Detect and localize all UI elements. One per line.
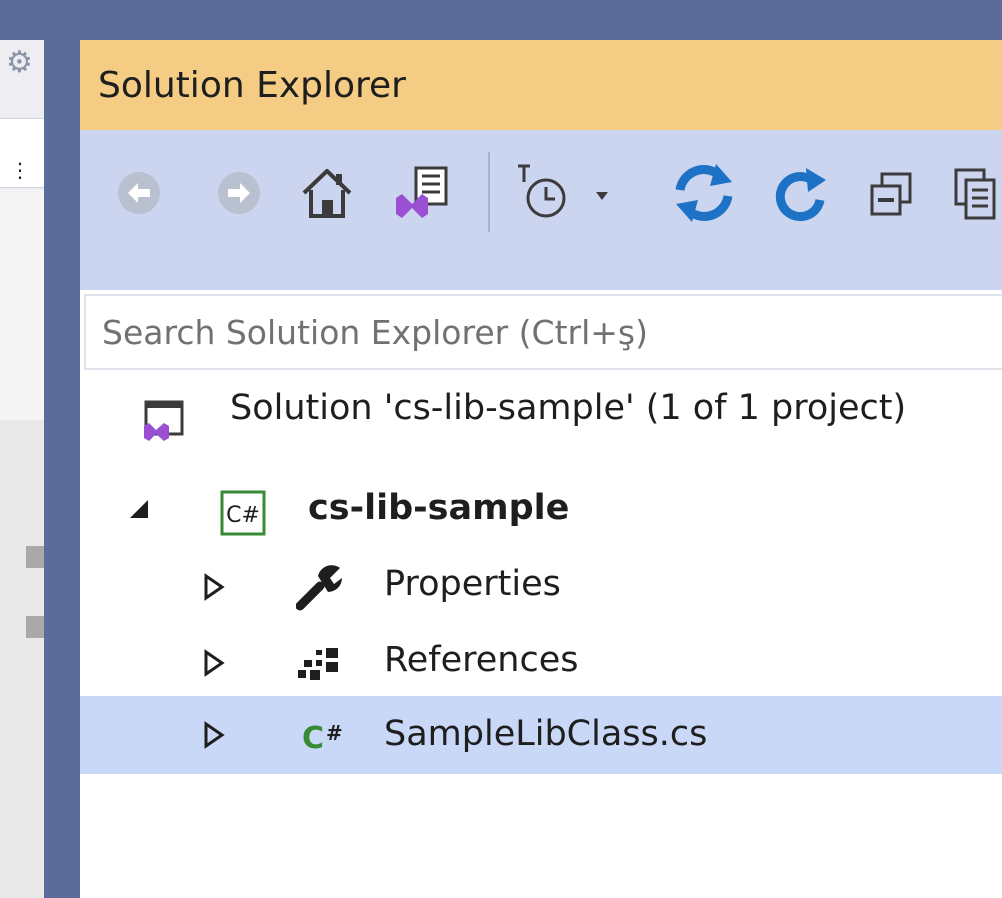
solution-icon (142, 398, 186, 446)
solution-explorer-panel: Solution Explorer Search Solution Explor… (80, 40, 1002, 898)
tree-row-sample-lib-class[interactable]: C # SampleLibClass.cs (80, 696, 1002, 774)
splitter-grip-icon[interactable] (26, 546, 44, 568)
switch-views-button[interactable] (392, 162, 452, 222)
frame-band (0, 0, 44, 40)
csharp-file-icon: C # (298, 714, 354, 762)
collapse-all-button[interactable] (868, 170, 916, 220)
svg-text:C: C (302, 721, 324, 756)
tree-row-project[interactable]: C# cs-lib-sample (80, 470, 1002, 548)
tree-label-solution: Solution 'cs-lib-sample' (1 of 1 project… (230, 388, 907, 428)
history-clock-icon (518, 164, 608, 218)
solution-tree: Solution 'cs-lib-sample' (1 of 1 project… (80, 370, 1002, 898)
tree-label-properties: Properties (384, 564, 561, 604)
toolbar-separator (488, 152, 490, 232)
refresh-button[interactable] (774, 160, 830, 226)
tree-label-project: cs-lib-sample (308, 488, 570, 528)
expand-arrow-icon[interactable] (200, 648, 230, 678)
refresh-icon (775, 168, 826, 222)
more-options-icon[interactable]: ⋮ (10, 160, 30, 180)
tree-label-references: References (384, 640, 579, 680)
search-box (84, 294, 1002, 370)
show-all-files-button[interactable] (952, 166, 1002, 222)
back-button[interactable] (114, 168, 164, 218)
references-icon (296, 644, 346, 688)
gear-icon[interactable]: ⚙ (6, 48, 33, 78)
tree-row-solution[interactable]: Solution 'cs-lib-sample' (1 of 1 project… (80, 370, 1002, 448)
splitter-grip-icon[interactable] (26, 616, 44, 638)
sync-with-active-document-button[interactable] (670, 160, 738, 226)
expand-arrow-icon[interactable] (200, 720, 230, 750)
expand-arrow-icon[interactable] (200, 572, 230, 602)
forward-button[interactable] (214, 168, 264, 218)
pending-changes-filter-button[interactable] (512, 160, 622, 224)
svg-text:#: # (326, 721, 343, 745)
collapse-all-icon (870, 172, 912, 216)
show-all-files-icon (954, 168, 996, 220)
tree-label-sample-lib-class: SampleLibClass.cs (384, 714, 708, 754)
collapse-arrow-icon[interactable] (124, 494, 154, 524)
switch-views-icon (396, 166, 448, 218)
left-adjacent-panel: ⚙ ⋮ (0, 0, 44, 898)
wrench-icon (295, 562, 346, 616)
panel-title: Solution Explorer (98, 65, 406, 106)
adjacent-panel-shadow (0, 420, 44, 898)
panel-title-bar[interactable]: Solution Explorer (80, 40, 1002, 130)
solution-explorer-toolbar (80, 130, 1002, 290)
tree-row-properties[interactable]: Properties (80, 546, 1002, 624)
csharp-project-icon: C# (220, 490, 266, 540)
home-icon (302, 169, 352, 218)
home-button[interactable] (298, 164, 356, 222)
tree-row-references[interactable]: References (80, 622, 1002, 700)
search-input[interactable] (86, 296, 1002, 368)
back-arrow-icon (118, 172, 160, 214)
sync-icon (675, 164, 733, 222)
forward-arrow-icon (218, 172, 260, 214)
svg-text:C#: C# (226, 503, 260, 528)
